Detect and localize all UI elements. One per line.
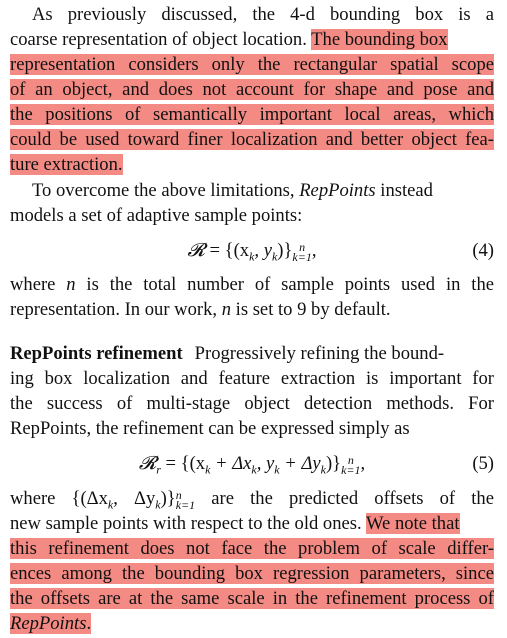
para2-line1: To overcome the above limitations, RepPo… xyxy=(10,179,494,203)
para4-line5: the offsets are at the same scale in the… xyxy=(10,587,494,611)
section-heading: RepPoints refinement xyxy=(10,343,183,364)
para3-line2: representation. In our work, n is set to… xyxy=(10,299,391,320)
para2-line2: models a set of adaptive sample points: xyxy=(10,204,494,228)
highlighted-text: the offsets are at the same scale in the… xyxy=(10,588,494,609)
para1-line7: ture extraction. xyxy=(10,153,494,177)
para4-line4: ences among the bounding box regression … xyxy=(10,562,494,586)
equation-5-body: 𝓡r = {(xk + Δxk, yk + Δyk)} n k=1, xyxy=(138,452,366,477)
para1-line6: could be used toward finer localization … xyxy=(10,128,494,152)
highlighted-text: ences among the bounding box regression … xyxy=(10,563,494,584)
section-line4: RepPoints, the refinement can be express… xyxy=(10,418,410,439)
highlighted-text: this refinement does not face the proble… xyxy=(10,538,494,559)
highlighted-text: We note that xyxy=(365,513,460,534)
highlighted-text: ture extraction. xyxy=(10,154,123,175)
section-line3: the success of multi-stage object detect… xyxy=(10,393,494,414)
equation-4-body: 𝓡 = {(xk, yk)} n k=1, xyxy=(187,239,317,264)
highlighted-text: representation considers only the rectan… xyxy=(10,54,494,75)
equation-4: 𝓡 = {(xk, yk)} n k=1, (4) xyxy=(10,238,494,264)
highlighted-text: could be used toward finer localization … xyxy=(10,129,494,150)
equation-5: 𝓡r = {(xk + Δxk, yk + Δyk)} n k=1, (5) xyxy=(10,451,494,477)
para4-line3: this refinement does not face the proble… xyxy=(10,537,494,561)
para1-line5: the positions of semantically important … xyxy=(10,103,494,127)
highlighted-text: . xyxy=(86,613,92,634)
equation-number: (5) xyxy=(472,453,494,474)
equation-number: (4) xyxy=(472,240,494,261)
highlighted-text: RepPoints xyxy=(10,613,87,634)
text-span: coarse representation of object location… xyxy=(10,29,312,50)
highlighted-text: The bounding box xyxy=(311,29,448,50)
text-span: As previously discussed, the 4-d boundin… xyxy=(32,4,494,25)
reppoints-term: RepPoints xyxy=(299,180,376,201)
para3-line1: where n is the total number of sample po… xyxy=(10,274,494,295)
text-span: models a set of adaptive sample points: xyxy=(10,205,303,226)
para4-line2: new sample points with respect to the ol… xyxy=(10,513,460,534)
para4-line6: RepPoints. xyxy=(10,612,494,636)
section-line1: RepPoints refinement Progressively refini… xyxy=(10,343,445,364)
highlighted-text: of an object, and does not account for s… xyxy=(10,79,494,100)
text-span: To overcome the above limitations, xyxy=(32,180,300,201)
text-span: instead xyxy=(375,180,433,201)
para1-line1: As previously discussed, the 4-d boundin… xyxy=(10,3,494,27)
para4-line1: where {(Δxk, Δyk)} n k=1 are the predicted… xyxy=(10,487,494,512)
para1-line2: coarse representation of object location… xyxy=(10,28,494,52)
para1-line4: of an object, and does not account for s… xyxy=(10,78,494,102)
highlighted-text: the positions of semantically important … xyxy=(10,104,494,125)
para1-line3: representation considers only the rectan… xyxy=(10,53,494,77)
section-line2: ing box localization and feature extract… xyxy=(10,368,494,389)
